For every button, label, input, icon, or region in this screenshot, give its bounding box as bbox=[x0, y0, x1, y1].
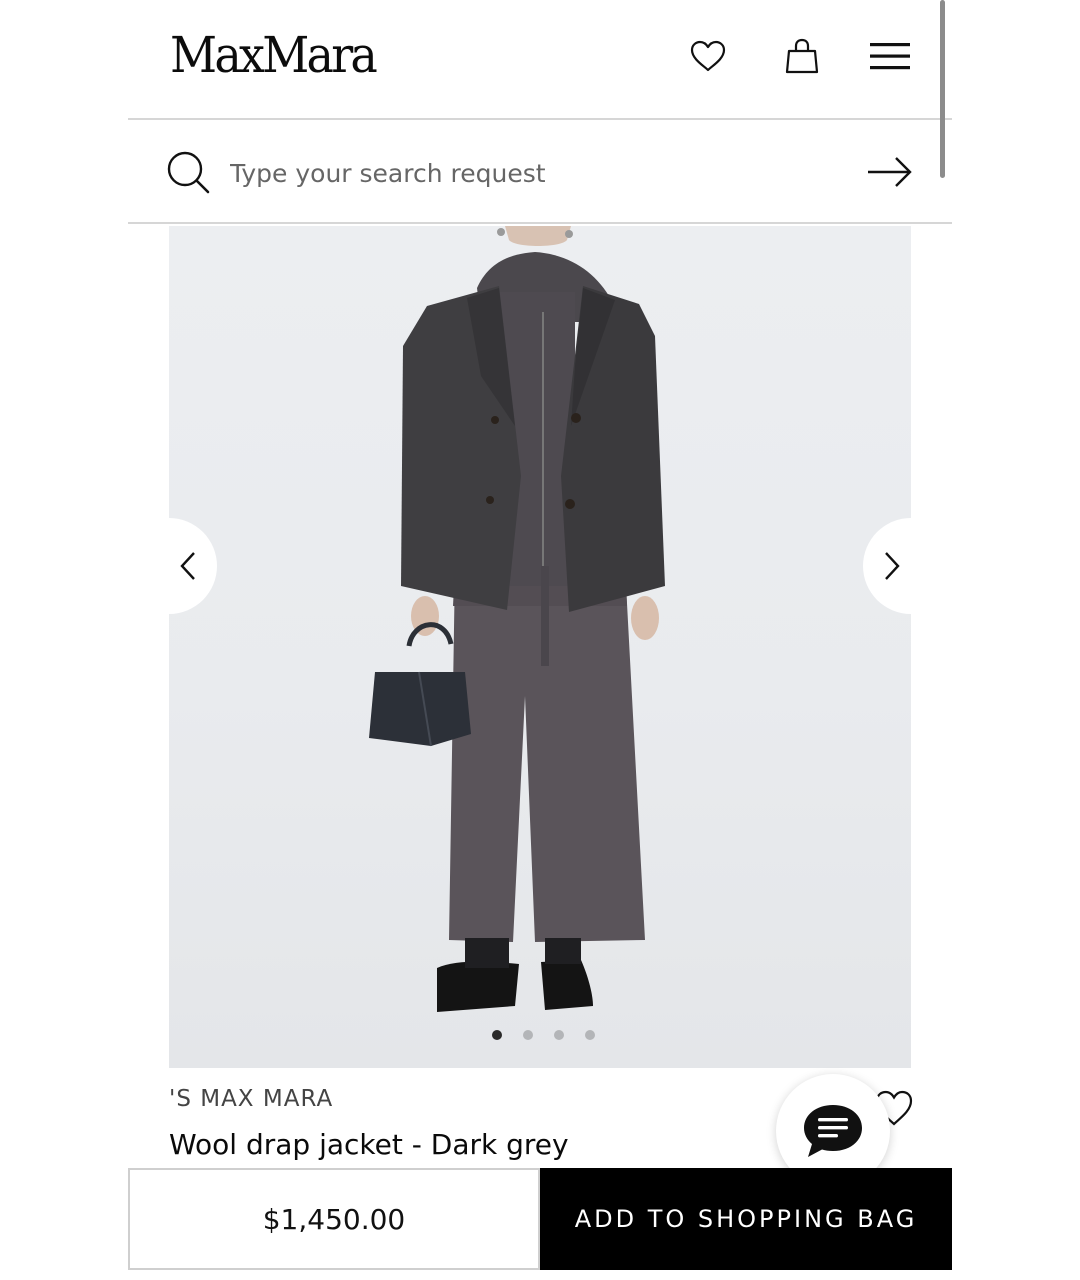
chevron-right-icon bbox=[885, 552, 900, 580]
product-image-gallery[interactable] bbox=[169, 226, 911, 1068]
search-input[interactable] bbox=[230, 150, 830, 196]
chevron-left-icon bbox=[180, 552, 195, 580]
chat-bubble-icon bbox=[804, 1105, 862, 1157]
scrollbar-thumb[interactable] bbox=[940, 0, 945, 178]
add-to-bag-button[interactable]: ADD TO SHOPPING BAG bbox=[540, 1168, 952, 1270]
product-brand: 'S MAX MARA bbox=[169, 1086, 334, 1112]
pagination-dot[interactable] bbox=[584, 1030, 595, 1040]
page-frame: MaxMara Type your search request 'S MAX … bbox=[128, 0, 952, 1280]
pagination-dot[interactable] bbox=[491, 1030, 502, 1040]
product-photo bbox=[369, 226, 665, 1012]
site-header: MaxMara bbox=[128, 0, 952, 120]
search-bar bbox=[128, 120, 952, 224]
wishlist-button[interactable] bbox=[686, 36, 730, 76]
gallery-pagination bbox=[169, 1030, 911, 1040]
hamburger-menu-icon bbox=[870, 43, 910, 70]
product-title: Wool drap jacket - Dark grey bbox=[169, 1128, 569, 1161]
menu-button[interactable] bbox=[866, 36, 914, 76]
arrow-right-icon[interactable] bbox=[866, 152, 914, 192]
heart-icon bbox=[690, 40, 726, 72]
product-price: $1,450.00 bbox=[128, 1168, 540, 1270]
purchase-bar: $1,450.00 ADD TO SHOPPING BAG bbox=[128, 1168, 952, 1270]
pagination-dot[interactable] bbox=[522, 1030, 533, 1040]
pagination-dot[interactable] bbox=[553, 1030, 564, 1040]
shopping-bag-icon bbox=[785, 38, 819, 74]
brand-logo[interactable]: MaxMara bbox=[170, 26, 378, 84]
search-icon bbox=[167, 151, 210, 194]
shopping-bag-button[interactable] bbox=[780, 36, 824, 76]
